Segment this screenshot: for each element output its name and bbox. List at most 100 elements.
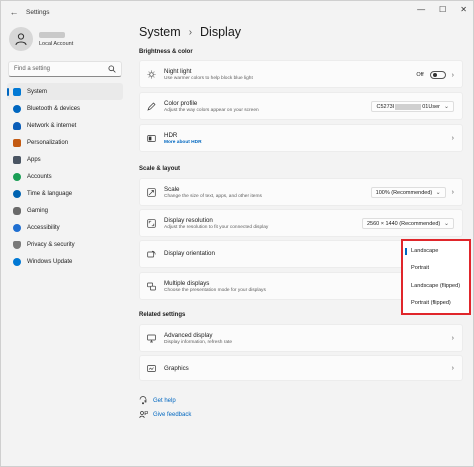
orientation-option-landscape[interactable]: Landscape: [403, 243, 469, 259]
night-light-state: Off: [416, 72, 424, 78]
color-profile-row[interactable]: Color profile Adjust the way colors appe…: [139, 92, 463, 120]
orientation-option-portrait-flipped[interactable]: Portrait (flipped): [403, 295, 469, 311]
chevron-right-icon: ›: [451, 335, 454, 342]
redacted-serial: [395, 103, 422, 110]
graphics-title: Graphics: [164, 365, 189, 372]
sidebar-item-label: Privacy & security: [27, 242, 75, 249]
advanced-display-title: Advanced display: [164, 332, 213, 339]
sidebar-item-label: Time & language: [27, 191, 73, 198]
chevron-right-icon: ›: [451, 71, 454, 79]
hdr-row[interactable]: HDR More about HDR ›: [139, 124, 463, 152]
monitor-icon: [13, 87, 21, 96]
graphics-row[interactable]: Graphics ›: [139, 355, 463, 381]
breadcrumb: System › Display: [139, 25, 241, 39]
advanced-display-row[interactable]: Advanced display Display information, re…: [139, 324, 463, 352]
get-help-link[interactable]: Get help: [139, 396, 176, 405]
avatar: [9, 27, 33, 51]
orientation-option-portrait[interactable]: Portrait: [403, 260, 469, 276]
bluetooth-icon: [13, 104, 21, 113]
chevron-right-icon: ›: [451, 189, 454, 196]
accessibility-icon: [13, 224, 21, 233]
sidebar-item-accessibility[interactable]: Accessibility: [7, 220, 123, 237]
scale-title: Scale: [164, 186, 180, 193]
person-icon: [13, 173, 21, 182]
account-type: Local Account: [39, 40, 74, 47]
sidebar-item-label: System: [27, 88, 48, 95]
app-title: Settings: [26, 8, 50, 16]
resolution-title: Display resolution: [164, 217, 213, 224]
resolution-value: 2560 × 1440 (Recommended): [367, 220, 441, 227]
color-profile-select[interactable]: C5273I 01User ⌄: [371, 101, 454, 112]
maximize-icon[interactable]: ☐: [439, 5, 446, 14]
sidebar-item-privacy[interactable]: Privacy & security: [7, 237, 123, 254]
multiple-displays-desc: Choose the presentation mode for your di…: [164, 288, 266, 293]
redacted-username: [39, 31, 65, 38]
sidebar-item-network[interactable]: Network & internet: [7, 117, 123, 134]
sidebar-item-personalization[interactable]: Personalization: [7, 134, 123, 151]
sidebar-item-apps[interactable]: Apps: [7, 151, 123, 168]
title-bar: ← Settings — ☐ ✕: [1, 1, 473, 23]
color-pen-icon: [147, 102, 156, 111]
brightness-icon: [147, 70, 156, 79]
sidebar-item-bluetooth[interactable]: Bluetooth & devices: [7, 100, 123, 117]
more-about-hdr-link[interactable]: More about HDR: [164, 140, 202, 145]
section-brightness-color: Brightness & color: [139, 49, 193, 55]
sidebar-item-time-language[interactable]: Time & language: [7, 186, 123, 203]
chevron-down-icon: ⌄: [443, 104, 449, 110]
scale-icon: [147, 188, 156, 197]
multiple-displays-icon: [147, 282, 156, 291]
wifi-icon: [13, 121, 21, 130]
sidebar-item-gaming[interactable]: Gaming: [7, 203, 123, 220]
orientation-title: Display orientation: [164, 250, 215, 257]
shield-icon: [13, 241, 21, 250]
sidebar-item-accounts[interactable]: Accounts: [7, 168, 123, 185]
resolution-select[interactable]: 2560 × 1440 (Recommended) ⌄: [362, 218, 454, 229]
section-scale-layout: Scale & layout: [139, 166, 181, 172]
hdr-icon: [147, 135, 156, 142]
gamepad-icon: [13, 207, 21, 216]
night-light-row[interactable]: Night light Use warmer colors to help bl…: [139, 60, 463, 88]
minimize-icon[interactable]: —: [417, 5, 425, 14]
sidebar-item-system[interactable]: System: [7, 83, 123, 101]
sidebar-item-label: Accessibility: [27, 225, 60, 232]
sidebar-item-label: Gaming: [27, 208, 49, 215]
close-icon[interactable]: ✕: [460, 5, 467, 14]
color-profile-value-suffix: 01User: [422, 103, 440, 110]
orientation-menu: Landscape Portrait Landscape (flipped) P…: [401, 239, 471, 315]
chevron-right-icon: ›: [451, 365, 454, 372]
breadcrumb-system[interactable]: System: [139, 25, 181, 39]
back-arrow-icon[interactable]: ←: [7, 5, 21, 19]
multiple-displays-title: Multiple displays: [164, 280, 210, 287]
display-resolution-row[interactable]: Display resolution Adjust the resolution…: [139, 209, 463, 237]
user-profile[interactable]: Local Account: [9, 27, 73, 51]
apps-icon: [13, 155, 21, 164]
sidebar-nav: System Bluetooth & devices Network & int…: [7, 83, 123, 271]
chevron-right-icon: ›: [451, 135, 454, 142]
advanced-display-desc: Display information, refresh rate: [164, 340, 232, 345]
scale-select[interactable]: 100% (Recommended) ⌄: [370, 187, 446, 198]
scale-row[interactable]: Scale Change the size of text, apps, and…: [139, 178, 463, 206]
hdr-title: HDR: [164, 132, 178, 139]
search-input[interactable]: Find a setting: [8, 61, 122, 77]
orientation-option-landscape-flipped[interactable]: Landscape (flipped): [403, 278, 469, 294]
monitor-icon: [147, 334, 156, 343]
sidebar-item-label: Apps: [27, 156, 41, 163]
sidebar-item-label: Windows Update: [27, 259, 73, 266]
give-feedback-link[interactable]: Give feedback: [139, 410, 191, 419]
sidebar-item-windows-update[interactable]: Windows Update: [7, 254, 123, 271]
sidebar-item-label: Personalization: [27, 139, 69, 146]
search-icon: [108, 65, 116, 73]
scale-desc: Change the size of text, apps, and other…: [164, 194, 262, 199]
color-profile-value-prefix: C5273I: [376, 103, 395, 110]
person-icon: [15, 33, 27, 46]
chevron-down-icon: ⌄: [443, 221, 449, 227]
color-profile-desc: Adjust the way colors appear on your scr…: [164, 108, 259, 113]
window-controls: — ☐ ✕: [417, 5, 467, 14]
brush-icon: [13, 138, 21, 147]
give-feedback-label: Give feedback: [153, 411, 192, 418]
resolution-desc: Adjust the resolution to fit your connec…: [164, 225, 269, 230]
color-profile-title: Color profile: [164, 100, 198, 107]
night-light-toggle[interactable]: [429, 71, 446, 79]
globe-clock-icon: [13, 190, 21, 199]
breadcrumb-separator: ›: [188, 26, 193, 38]
